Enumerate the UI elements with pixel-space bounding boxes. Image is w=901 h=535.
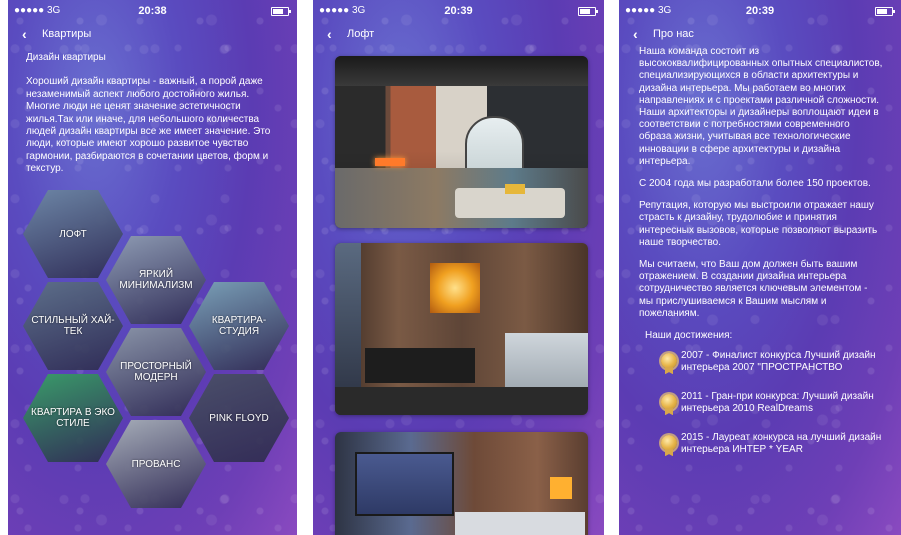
- achievement-item: 2011 - Гран-при конкурса: Лучший дизайн …: [639, 391, 883, 417]
- category-label: ЛОФТ: [59, 228, 87, 240]
- nav-title: Квартиры: [42, 28, 92, 40]
- status-bar: ●●●●● 3G 20:39: [313, 0, 604, 22]
- loft-photo-2[interactable]: [335, 243, 588, 415]
- clock: 20:38: [138, 5, 167, 17]
- about-paragraph: Наша команда состоит из высококвалифицир…: [639, 46, 883, 167]
- back-chevron-icon[interactable]: ‹: [22, 22, 27, 46]
- category-hi-tech[interactable]: СТИЛЬНЫЙ ХАЙ-ТЕК: [23, 282, 123, 370]
- category-provence[interactable]: ПРОВАНС: [106, 420, 206, 508]
- back-chevron-icon[interactable]: ‹: [633, 22, 638, 46]
- category-loft[interactable]: ЛОФТ: [23, 190, 123, 278]
- achievement-text: 2007 - Финалист конкурса Лучший дизайн и…: [681, 350, 876, 374]
- nav-bar: ‹ Лофт: [313, 22, 604, 46]
- status-bar: ●●●●● 3G 20:38: [8, 0, 297, 22]
- nav-title: Лофт: [347, 28, 375, 40]
- clock: 20:39: [745, 5, 775, 17]
- medal-icon: [659, 434, 679, 457]
- category-label: СТИЛЬНЫЙ ХАЙ-ТЕК: [31, 315, 115, 337]
- battery-icon: [875, 7, 895, 16]
- category-eco[interactable]: КВАРТИРА В ЭКО СТИЛЕ: [23, 374, 123, 462]
- category-label: КВАРТИРА-СТУДИЯ: [211, 315, 267, 337]
- nav-title: Про нас: [653, 28, 694, 40]
- category-label: ЯРКИЙ МИНИМАЛИЗМ: [119, 269, 193, 291]
- screen-loft: ●●●●● 3G 20:39 ‹ Лофт: [313, 0, 604, 535]
- battery-icon: [271, 7, 291, 16]
- achievement-text: 2011 - Гран-при конкурса: Лучший дизайн …: [681, 391, 874, 415]
- achievements-heading: Наши достижения:: [645, 330, 733, 342]
- category-label: ПРОСТОРНЫЙ МОДЕРН: [120, 361, 192, 383]
- category-label: ПРОВАНС: [131, 458, 181, 470]
- category-hex-grid: ЛОФТ ЯРКИЙ МИНИМАЛИЗМ СТИЛЬНЫЙ ХАЙ-ТЕК К…: [8, 190, 297, 535]
- medal-icon: [659, 352, 679, 375]
- category-label: PINK FLOYD: [209, 412, 269, 424]
- achievement-text: 2015 - Лауреат конкурса на лучший дизайн…: [681, 432, 882, 456]
- category-modern[interactable]: ПРОСТОРНЫЙ МОДЕРН: [106, 328, 206, 416]
- achievement-item: 2007 - Финалист конкурса Лучший дизайн и…: [639, 350, 883, 376]
- category-pink-floyd[interactable]: PINK FLOYD: [189, 374, 289, 462]
- clock: 20:39: [444, 5, 473, 17]
- screen-apartments: ●●●●● 3G 20:38 ‹ Квартиры Дизайн квартир…: [8, 0, 297, 535]
- screen-about: ●●●●● 3G 20:39 ‹ Про нас Наша команда со…: [619, 0, 901, 535]
- loft-photo-3[interactable]: [335, 432, 588, 535]
- category-bright-minimalism[interactable]: ЯРКИЙ МИНИМАЛИЗМ: [106, 236, 206, 324]
- battery-icon: [578, 7, 598, 16]
- loft-photo-1[interactable]: [335, 56, 588, 228]
- about-paragraph: Мы считаем, что Ваш дом должен быть ваши…: [639, 259, 868, 319]
- status-bar: ●●●●● 3G 20:39: [619, 0, 901, 22]
- category-label: КВАРТИРА В ЭКО СТИЛЕ: [31, 407, 115, 429]
- page-heading: Дизайн квартиры: [26, 52, 106, 63]
- back-chevron-icon[interactable]: ‹: [327, 22, 332, 46]
- achievement-item: 2015 - Лауреат конкурса на лучший дизайн…: [639, 432, 883, 458]
- category-studio[interactable]: КВАРТИРА-СТУДИЯ: [189, 282, 289, 370]
- nav-bar: ‹ Квартиры: [8, 22, 297, 46]
- medal-icon: [659, 393, 679, 416]
- intro-paragraph: Хороший дизайн квартиры - важный, а поро…: [26, 76, 271, 175]
- about-paragraph: Репутация, которую мы выстроили отражает…: [639, 200, 878, 248]
- nav-bar: ‹ Про нас: [619, 22, 901, 46]
- about-paragraph: С 2004 года мы разработали более 150 про…: [639, 178, 871, 190]
